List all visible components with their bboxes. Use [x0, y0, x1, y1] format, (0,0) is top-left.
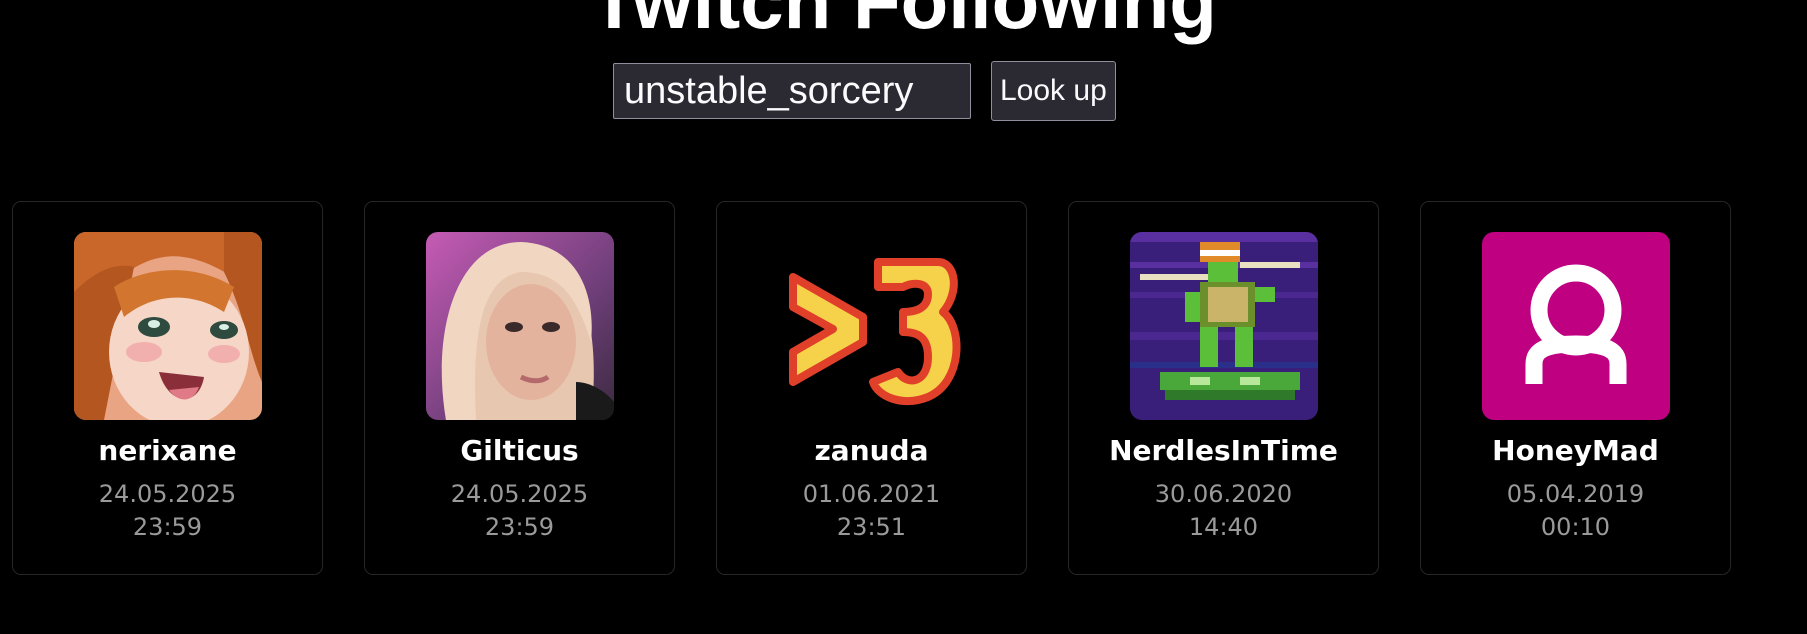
channel-name[interactable]: HoneyMad — [1492, 434, 1659, 468]
follow-card[interactable]: NerdlesInTime 30.06.2020 14:40 — [1068, 201, 1379, 575]
channel-name[interactable]: nerixane — [98, 434, 236, 468]
default-user-icon[interactable] — [1481, 232, 1670, 420]
look-up-button[interactable]: Look up — [991, 61, 1116, 121]
follow-time: 14:40 — [1188, 512, 1259, 541]
follow-time: 23:59 — [484, 512, 555, 541]
channel-name[interactable]: zanuda — [815, 434, 929, 468]
follow-time: 23:51 — [836, 512, 907, 541]
greater-than-3-logo-avatar[interactable] — [777, 232, 966, 420]
follow-date: 01.06.2021 — [802, 479, 941, 508]
channel-name[interactable]: NerdlesInTime — [1109, 434, 1338, 468]
photo-blonde-avatar[interactable] — [425, 232, 614, 420]
follow-card[interactable]: nerixane 24.05.2025 23:59 — [12, 201, 323, 575]
page: Twitch Following Look up — [0, 0, 1807, 634]
follow-date: 24.05.2025 — [98, 479, 237, 508]
anime-girl-avatar[interactable] — [73, 232, 262, 420]
follow-time: 23:59 — [132, 512, 203, 541]
follow-date: 30.06.2020 — [1154, 479, 1293, 508]
follow-date: 24.05.2025 — [450, 479, 589, 508]
page-title: Twitch Following — [590, 0, 1217, 45]
follow-time: 00:10 — [1540, 512, 1611, 541]
follow-list: nerixane 24.05.2025 23:59 Gilticus 24.05… — [12, 201, 1731, 575]
follow-card[interactable]: HoneyMad 05.04.2019 00:10 — [1420, 201, 1731, 575]
pixel-turtle-avatar[interactable] — [1129, 232, 1318, 420]
follow-card[interactable]: Gilticus 24.05.2025 23:59 — [364, 201, 675, 575]
search-bar: Look up — [613, 61, 1116, 121]
follow-card[interactable]: zanuda 01.06.2021 23:51 — [716, 201, 1027, 575]
follow-date: 05.04.2019 — [1506, 479, 1645, 508]
username-input[interactable] — [613, 63, 971, 119]
channel-name[interactable]: Gilticus — [460, 434, 578, 468]
